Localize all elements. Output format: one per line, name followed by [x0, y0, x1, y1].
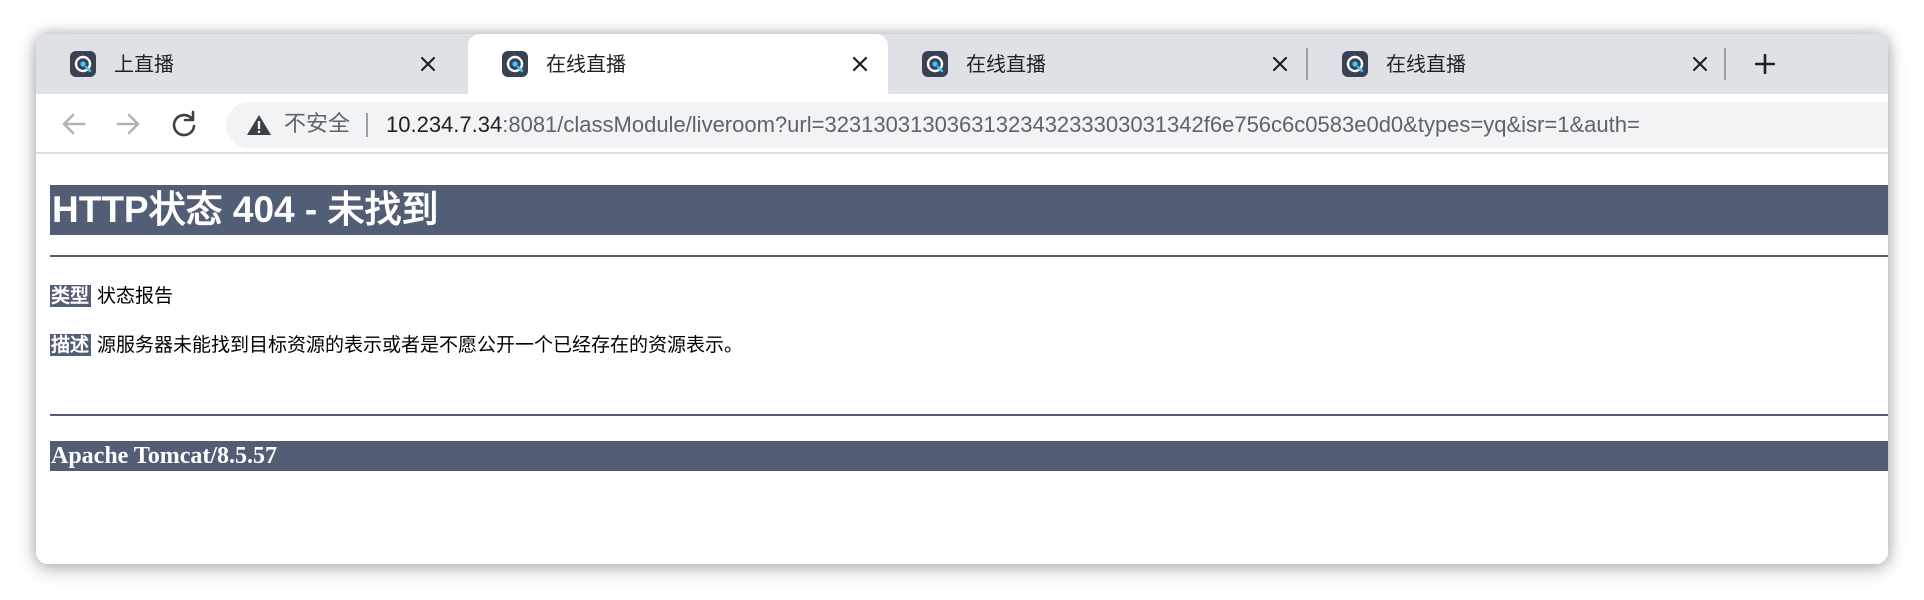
page-content: HTTP状态 404 - 未找到 类型 状态报告 描述 源服务器未能找到目标资源的表…	[36, 156, 1888, 564]
close-icon[interactable]	[414, 50, 442, 78]
tab-strip: 上直播 在线直播 在线直播 在线直播	[36, 34, 1888, 94]
detail-key: 类型	[50, 285, 92, 307]
app-favicon-icon	[70, 51, 96, 77]
url-text[interactable]: 10.234.7.34:8081/classModule/liveroom?ur…	[386, 112, 1640, 138]
plus-icon	[1755, 54, 1775, 74]
close-icon[interactable]	[846, 50, 874, 78]
tab-separator	[1724, 48, 1726, 80]
forward-button[interactable]	[110, 106, 146, 142]
detail-key: 描述	[50, 334, 92, 356]
tab-title: 在线直播	[1386, 52, 1466, 76]
detail-value: 源服务器未能找到目标资源的表示或者是不愿公开一个已经存在的资源表示。	[97, 334, 744, 356]
reload-button[interactable]	[166, 106, 202, 142]
address-bar[interactable]: 不安全 10.234.7.34:8081/classModule/liveroo…	[226, 102, 1888, 148]
server-info-banner: Apache Tomcat/8.5.57	[50, 441, 1888, 471]
screenshot-stage: 上直播 在线直播 在线直播 在线直播 不安全 10.234.7.34:8081/…	[0, 0, 1924, 600]
reload-icon	[172, 110, 196, 137]
app-favicon-icon	[1342, 51, 1368, 77]
detail-row-description: 描述 源服务器未能找到目标资源的表示或者是不愿公开一个已经存在的资源表示。	[50, 333, 743, 357]
browser-window: 上直播 在线直播 在线直播 在线直播 不安全 10.234.7.34:8081/…	[36, 34, 1888, 564]
detail-value: 状态报告	[97, 285, 174, 307]
page-title: HTTP状态 404 - 未找到	[50, 185, 1888, 235]
new-tab-button[interactable]	[1748, 47, 1782, 81]
arrow-left-icon	[62, 113, 86, 135]
url-host: 10.234.7.34	[386, 112, 503, 137]
browser-toolbar: 不安全 10.234.7.34:8081/classModule/liveroo…	[36, 94, 1888, 154]
url-path: :8081/classModule/liveroom?url=323130313…	[502, 112, 1640, 137]
omnibox-separator	[366, 113, 368, 137]
tab-title: 上直播	[114, 52, 174, 76]
app-favicon-icon	[502, 51, 528, 77]
tab-3[interactable]: 在线直播	[888, 34, 1308, 94]
tab-title: 在线直播	[966, 52, 1046, 76]
back-button[interactable]	[56, 106, 92, 142]
arrow-right-icon	[116, 113, 140, 135]
tab-4[interactable]: 在线直播	[1308, 34, 1728, 94]
security-label[interactable]: 不安全	[284, 112, 350, 138]
close-icon[interactable]	[1266, 50, 1294, 78]
close-icon[interactable]	[1686, 50, 1714, 78]
divider	[50, 255, 1888, 257]
tab-title: 在线直播	[546, 52, 626, 76]
warning-triangle-icon[interactable]	[246, 113, 272, 137]
divider	[50, 414, 1888, 416]
detail-row-type: 类型 状态报告	[50, 284, 173, 308]
tab-2-active[interactable]: 在线直播	[468, 34, 888, 94]
tab-1[interactable]: 上直播	[36, 34, 456, 94]
app-favicon-icon	[922, 51, 948, 77]
